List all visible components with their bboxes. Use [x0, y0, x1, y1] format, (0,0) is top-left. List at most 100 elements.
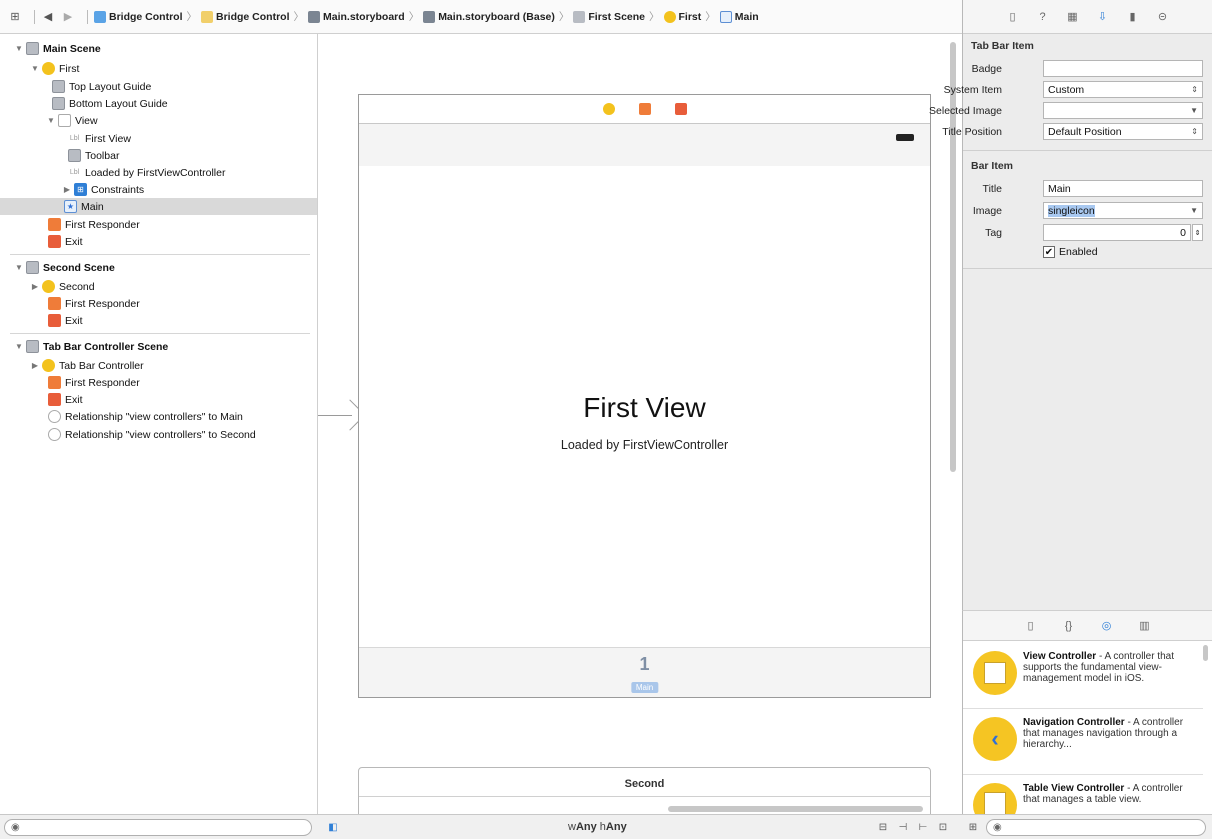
outline-first[interactable]: ▼ First	[0, 60, 317, 77]
outline-label: Relationship "view controllers" to Main	[65, 410, 243, 423]
tab-item-label[interactable]: Main	[630, 682, 659, 693]
outline-toolbar[interactable]: Toolbar	[0, 147, 317, 164]
outline-label: Loaded by FirstViewController	[85, 166, 226, 179]
navigation-controller-icon: ‹	[973, 717, 1017, 761]
outline-label: Exit	[65, 235, 83, 248]
size-class-control[interactable]: wAny hAny	[568, 821, 627, 833]
enabled-checkbox-row[interactable]: ✔ Enabled	[1043, 246, 1098, 258]
help-inspector-icon[interactable]: ?	[1035, 9, 1051, 25]
image-combo[interactable]: singleicon ▼	[1043, 202, 1203, 219]
outline-first-responder[interactable]: First Responder	[0, 216, 317, 233]
grid-view-icon[interactable]: ⊞	[966, 820, 980, 834]
library-item-text: View Controller - A controller that supp…	[1023, 651, 1195, 684]
outline-tab-bar-controller[interactable]: ▶ Tab Bar Controller	[0, 357, 317, 374]
breadcrumb-label: First Scene	[588, 10, 645, 23]
first-view-label[interactable]: First View	[359, 392, 930, 424]
outline-relationship-main[interactable]: Relationship "view controllers" to Main	[0, 408, 317, 425]
outline-main-tab-item[interactable]: ★ Main	[0, 198, 317, 215]
title-position-label: Title Position	[942, 126, 1002, 138]
code-snippet-icon[interactable]: {}	[1061, 618, 1077, 634]
breadcrumb-scene[interactable]: First Scene 〉	[573, 9, 660, 24]
tag-stepper[interactable]: ⇕	[1192, 224, 1203, 241]
breadcrumb-controller[interactable]: First 〉	[663, 9, 716, 24]
disclosure-open-icon[interactable]: ▼	[30, 64, 40, 73]
project-icon	[94, 10, 106, 23]
breadcrumb-tab-item[interactable]: Main	[719, 10, 759, 23]
chevron-down-icon[interactable]: ▼	[1190, 106, 1198, 115]
outline-tab-exit[interactable]: Exit	[0, 391, 317, 408]
outline-constraints[interactable]: ▶ ⊞ Constraints	[0, 181, 317, 198]
disclosure-closed-icon[interactable]: ▶	[30, 361, 40, 370]
outline-top-layout-guide[interactable]: Top Layout Guide	[0, 78, 317, 95]
library-scrollbar[interactable]	[1203, 645, 1208, 661]
first-responder-icon[interactable]	[638, 103, 651, 115]
attributes-inspector-icon[interactable]: ⇩	[1095, 9, 1111, 25]
enabled-checkbox[interactable]: ✔	[1043, 246, 1055, 258]
divider	[359, 796, 930, 797]
size-inspector-icon[interactable]: ▮	[1125, 9, 1141, 25]
title-field[interactable]: Main	[1043, 180, 1203, 197]
chevron-down-icon[interactable]: ▼	[1190, 206, 1198, 215]
disclosure-open-icon[interactable]: ▼	[14, 342, 24, 351]
object-library-icon[interactable]: ◎	[1099, 618, 1115, 634]
pin-icon[interactable]: ⊣	[896, 820, 910, 834]
connections-inspector-icon[interactable]: ⊝	[1155, 9, 1171, 25]
document-outline: ▼ Main Scene ▼ First Top Layout Guide Bott…	[0, 34, 318, 814]
outline-bottom-layout-guide[interactable]: Bottom Layout Guide	[0, 95, 317, 112]
breadcrumb-project[interactable]: Bridge Control 〉	[94, 9, 197, 24]
outline-loaded-label[interactable]: Lbl Loaded by FirstViewController	[0, 164, 317, 181]
outline-second-first-responder[interactable]: First Responder	[0, 295, 317, 312]
size-h-prefix: h	[596, 821, 606, 833]
library-filter-field[interactable]: ◉	[986, 819, 1206, 836]
exit-icon[interactable]	[674, 103, 687, 115]
toggle-outline-icon[interactable]: ◧	[326, 820, 340, 834]
storyboard-canvas[interactable]: First View Loaded by FirstViewController…	[318, 34, 962, 814]
first-scene-view[interactable]: First View Loaded by FirstViewController…	[358, 94, 931, 698]
disclosure-open-icon[interactable]: ▼	[14, 263, 24, 272]
stepper-icon: ⇕	[1191, 127, 1198, 136]
outline-relationship-second[interactable]: Relationship "view controllers" to Secon…	[0, 426, 317, 443]
loaded-by-label[interactable]: Loaded by FirstViewController	[359, 438, 930, 452]
selected-image-combo[interactable]: ▼	[1043, 102, 1203, 119]
outline-tab-bar-scene[interactable]: ▼ Tab Bar Controller Scene	[0, 338, 317, 355]
breadcrumb-folder[interactable]: Bridge Control 〉	[201, 9, 304, 24]
outline-second-exit[interactable]: Exit	[0, 312, 317, 329]
outline-tab-first-responder[interactable]: First Responder	[0, 374, 317, 391]
breadcrumb-storyboard[interactable]: Main.storyboard 〉	[308, 9, 419, 24]
tag-field[interactable]: 0	[1043, 224, 1191, 241]
related-items-icon[interactable]: ⊞	[8, 10, 22, 24]
outline-second-scene[interactable]: ▼ Second Scene	[0, 259, 317, 276]
media-library-icon[interactable]: ▥	[1137, 618, 1153, 634]
tab-bar[interactable]: 1 Main	[359, 647, 930, 697]
file-template-icon[interactable]: ▯	[1023, 618, 1039, 634]
library-item-text: Table View Controller - A controller tha…	[1023, 783, 1195, 805]
disclosure-open-icon[interactable]: ▼	[46, 116, 56, 125]
forward-icon[interactable]: ▶	[61, 10, 75, 24]
resolve-issues-icon[interactable]: ⊢	[916, 820, 930, 834]
outline-first-view-label[interactable]: Lbl First View	[0, 130, 317, 147]
library-item-navigation-controller[interactable]: ‹ Navigation Controller - A controller t…	[963, 709, 1203, 775]
file-inspector-icon[interactable]: ▯	[1005, 9, 1021, 25]
layout-guide-icon	[52, 80, 65, 93]
resizing-icon[interactable]: ⊡	[936, 820, 950, 834]
library-item-view-controller[interactable]: View Controller - A controller that supp…	[963, 643, 1203, 709]
outline-second[interactable]: ▶ Second	[0, 278, 317, 295]
horizontal-scrollbar[interactable]	[668, 806, 923, 812]
outline-filter-field[interactable]: ◉	[4, 819, 312, 836]
disclosure-open-icon[interactable]: ▼	[14, 44, 24, 53]
disclosure-closed-icon[interactable]: ▶	[62, 185, 72, 194]
title-position-select[interactable]: Default Position ⇕	[1043, 123, 1203, 140]
badge-field[interactable]	[1043, 60, 1203, 77]
identity-inspector-icon[interactable]: ▦	[1065, 9, 1081, 25]
view-controller-icon[interactable]	[602, 103, 615, 115]
outline-exit[interactable]: Exit	[0, 233, 317, 250]
back-icon[interactable]: ◀	[41, 10, 55, 24]
breadcrumb-label: Main.storyboard (Base)	[438, 10, 555, 23]
align-icon[interactable]: ⊟	[876, 820, 890, 834]
system-item-select[interactable]: Custom ⇕	[1043, 81, 1203, 98]
disclosure-closed-icon[interactable]: ▶	[30, 282, 40, 291]
outline-view[interactable]: ▼ View	[0, 112, 317, 129]
breadcrumb-storyboard-base[interactable]: Main.storyboard (Base) 〉	[423, 9, 569, 24]
outline-main-scene[interactable]: ▼ Main Scene	[0, 40, 317, 57]
outline-label: Top Layout Guide	[69, 80, 152, 93]
